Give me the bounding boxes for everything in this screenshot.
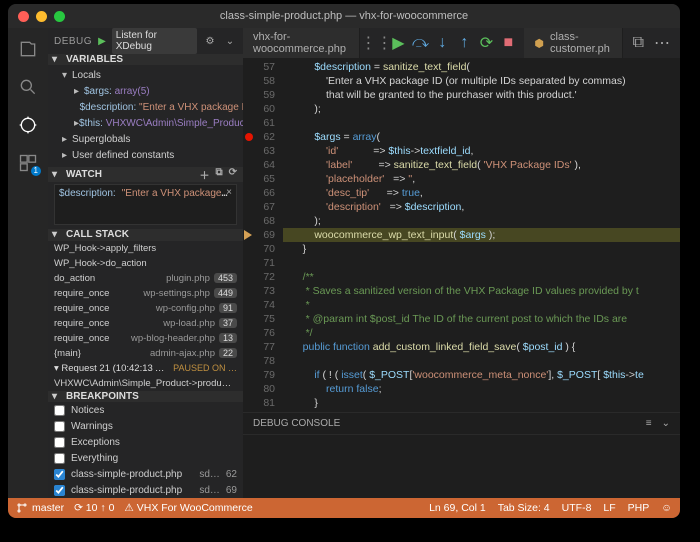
branch-indicator[interactable]: master — [16, 502, 64, 514]
variables-section-header[interactable]: ▾VARIABLES — [48, 54, 243, 65]
start-debug-icon[interactable]: ▶ — [98, 36, 106, 47]
callstack-section-header[interactable]: ▾CALL STACK — [48, 229, 243, 240]
stack-frame[interactable]: {main}admin-ajax.php22 — [48, 346, 243, 361]
debug-console-label: DEBUG CONSOLE — [253, 418, 340, 429]
step-over-icon[interactable]: ⤼ — [414, 37, 426, 49]
window-title: class-simple-product.php — vhx-for-wooco… — [220, 10, 468, 22]
editor-tabbar: vhx-for-woocommerce.php ⋮⋮ ▶ ⤼ ↓ ↑ ⟳ ■ ⬢… — [243, 28, 680, 58]
code-editor[interactable]: $description = sanitize_text_field( 'Ent… — [283, 58, 680, 412]
scope-superglobals[interactable]: ▸Superglobals — [48, 131, 243, 147]
tab-customer[interactable]: ⬢class-customer.ph — [524, 28, 622, 58]
debug-config-select[interactable]: Listen for XDebug — [112, 28, 197, 54]
scope-userconst[interactable]: ▸User defined constants — [48, 147, 243, 163]
encoding[interactable]: UTF-8 — [562, 502, 592, 514]
tab-woo[interactable]: vhx-for-woocommerce.php — [243, 28, 360, 58]
stack-frame[interactable]: VHXWC\Admin\Simple_Product->produ… — [48, 376, 243, 391]
problems-indicator[interactable]: ⚠ VHX For WooCommerce — [124, 502, 252, 514]
continue-icon[interactable]: ▶ — [392, 37, 404, 49]
minimize-window-icon[interactable] — [36, 11, 47, 22]
tab-size[interactable]: Tab Size: 4 — [498, 502, 550, 514]
feedback-icon[interactable]: ☺ — [661, 502, 672, 514]
stack-frame[interactable]: WP_Hook->do_action — [48, 256, 243, 271]
more-actions-icon[interactable]: ⋯ — [654, 33, 670, 53]
callstack: WP_Hook->apply_filtersWP_Hook->do_action… — [48, 241, 243, 391]
eol[interactable]: LF — [603, 502, 615, 514]
explorer-icon[interactable] — [17, 38, 39, 60]
bp-checkbox[interactable] — [54, 453, 65, 464]
debug-icon[interactable] — [17, 114, 39, 136]
bp-category[interactable]: Notices — [48, 402, 243, 418]
collapse-watch-icon[interactable]: ⧉ — [215, 167, 222, 182]
search-icon[interactable] — [17, 76, 39, 98]
filter-icon[interactable]: ≡ — [646, 418, 652, 429]
request-row[interactable]: ▾ Request 21 (10:42:13 AM)PAUSED ON … — [48, 361, 243, 376]
zoom-window-icon[interactable] — [54, 11, 65, 22]
stack-frame[interactable]: WP_Hook->apply_filters — [48, 241, 243, 256]
debug-console-toggle-icon[interactable]: ⌄ — [223, 36, 237, 47]
extensions-icon[interactable] — [17, 152, 39, 174]
var-args[interactable]: ▸$args: array(5) — [48, 83, 243, 99]
debug-sidebar: DEBUG ▶ Listen for XDebug ⚙ ⌄ ▾VARIABLES… — [48, 28, 243, 498]
language-mode[interactable]: PHP — [628, 502, 650, 514]
bp-checkbox[interactable] — [54, 405, 65, 416]
var-this[interactable]: ▸$this: VHXWC\Admin\Simple_Product — [48, 115, 243, 131]
clear-watch-icon[interactable]: ⟳ — [229, 167, 237, 182]
stack-frame[interactable]: require_oncewp-config.php91 — [48, 301, 243, 316]
gear-icon[interactable]: ⚙ — [203, 36, 217, 47]
debug-console-panel: DEBUG CONSOLE ≡ ⌄ — [243, 412, 680, 498]
bp-checkbox[interactable] — [54, 469, 65, 480]
bp-item[interactable]: class-simple-product.phpsd…62 — [48, 466, 243, 482]
scope-locals[interactable]: ▾Locals — [48, 67, 243, 83]
cursor-position[interactable]: Ln 69, Col 1 — [429, 502, 486, 514]
line-gutter[interactable]: 5758596061626364656667686970717273747576… — [243, 58, 283, 412]
var-description[interactable]: $description: "Enter a VHX package I…" — [48, 99, 243, 115]
status-bar: master ⟳ 10 ↑ 0 ⚠ VHX For WooCommerce Ln… — [8, 498, 680, 518]
close-window-icon[interactable] — [18, 11, 29, 22]
split-editor-icon[interactable]: ⧉ — [633, 34, 644, 52]
bp-checkbox[interactable] — [54, 485, 65, 496]
add-watch-icon[interactable]: ＋ — [199, 167, 209, 182]
stack-frame[interactable]: require_oncewp-settings.php449 — [48, 286, 243, 301]
stop-icon[interactable]: ■ — [502, 37, 514, 49]
stack-frame[interactable]: require_oncewp-blog-header.php13 — [48, 331, 243, 346]
breakpoints-list: NoticesWarningsExceptionsEverythingclass… — [48, 402, 243, 498]
titlebar: class-simple-product.php — vhx-for-wooco… — [8, 4, 680, 28]
bp-checkbox[interactable] — [54, 421, 65, 432]
stack-frame[interactable]: require_oncewp-load.php37 — [48, 316, 243, 331]
breakpoints-section-header[interactable]: ▾BREAKPOINTS — [48, 391, 243, 402]
sync-indicator[interactable]: ⟳ 10 ↑ 0 — [74, 502, 114, 514]
bp-item[interactable]: class-simple-product.phpsd…69 — [48, 482, 243, 498]
stack-frame[interactable]: do_actionplugin.php453 — [48, 271, 243, 286]
watch-section-header[interactable]: ▾WATCH ＋⧉⟳ — [48, 167, 243, 182]
step-out-icon[interactable]: ↑ — [458, 37, 470, 49]
debug-toolbar: ⋮⋮ ▶ ⤼ ↓ ↑ ⟳ ■ — [360, 28, 524, 58]
bp-category[interactable]: Exceptions — [48, 434, 243, 450]
collapse-panel-icon[interactable]: ⌄ — [662, 418, 670, 429]
drag-handle-icon[interactable]: ⋮⋮ — [370, 37, 382, 49]
bp-category[interactable]: Warnings — [48, 418, 243, 434]
bp-category[interactable]: Everything — [48, 450, 243, 466]
bp-checkbox[interactable] — [54, 437, 65, 448]
variables-tree: ▾Locals ▸$args: array(5) $description: "… — [48, 65, 243, 167]
activity-bar — [8, 28, 48, 498]
debug-label: DEBUG — [54, 36, 92, 47]
restart-icon[interactable]: ⟳ — [480, 37, 492, 49]
step-into-icon[interactable]: ↓ — [436, 37, 448, 49]
watch-entry[interactable]: × $description: "Enter a VHX package…" — [54, 184, 237, 225]
remove-watch-icon[interactable]: × — [226, 187, 232, 198]
